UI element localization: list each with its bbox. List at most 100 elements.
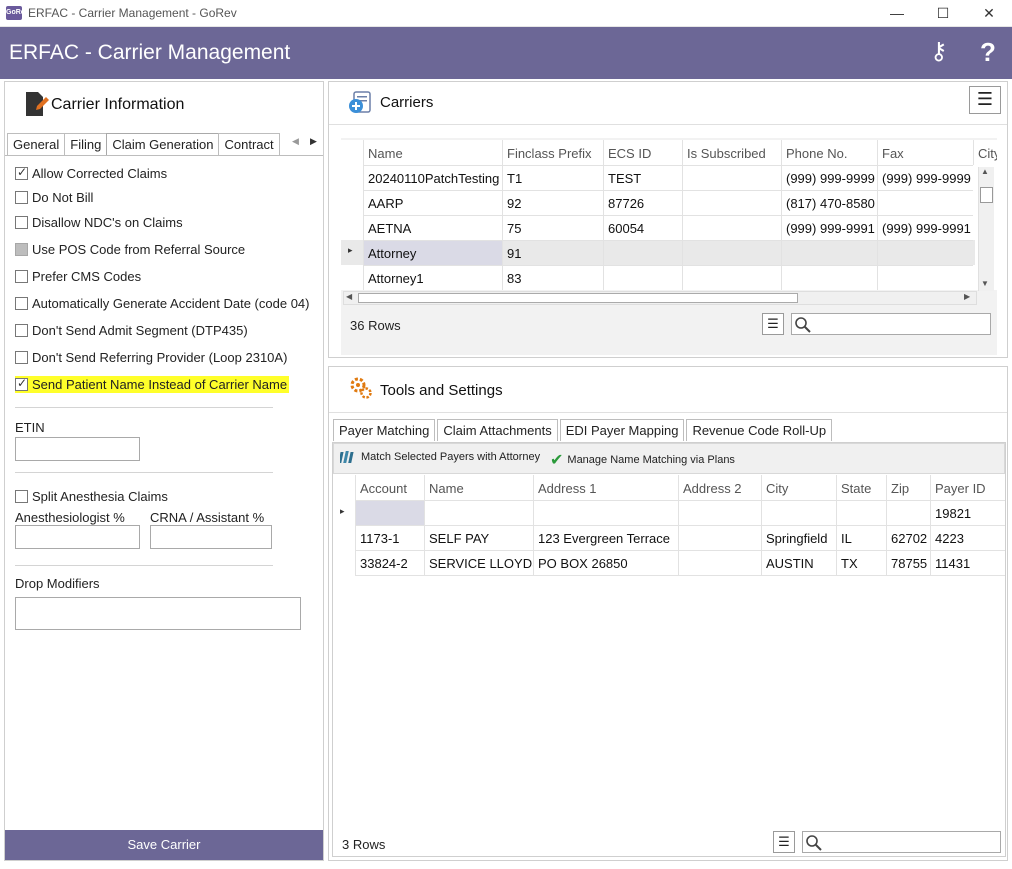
scrollbar-thumb[interactable] <box>358 293 798 303</box>
zip-cell[interactable]: 78755 <box>886 550 930 575</box>
allow-corrected-claims-checkbox[interactable]: Allow Corrected Claims <box>15 165 167 181</box>
scroll-right-icon[interactable]: ▶ <box>964 292 970 301</box>
checkbox-box[interactable] <box>15 490 28 503</box>
tab-edi-payer-mapping[interactable]: EDI Payer Mapping <box>559 419 685 441</box>
city-cell[interactable] <box>761 500 836 525</box>
zip-cell[interactable] <box>886 500 930 525</box>
fax-cell[interactable] <box>877 240 973 265</box>
city-cell[interactable]: Springfield <box>761 525 836 550</box>
city-cell[interactable]: AUSTIN <box>761 550 836 575</box>
auto-accident-date-checkbox[interactable]: Automatically Generate Accident Date (co… <box>15 296 309 311</box>
checkbox-box[interactable] <box>15 376 28 391</box>
carrier-name-cell[interactable]: Attorney <box>363 240 502 265</box>
tab-scroll-right-icon[interactable]: ▶ <box>310 136 317 147</box>
help-icon[interactable]: ? <box>980 37 996 68</box>
split-anesthesia-checkbox[interactable]: Split Anesthesia Claims <box>15 489 168 504</box>
column-header[interactable]: City <box>973 140 997 165</box>
column-header[interactable]: Payer ID <box>930 475 1005 500</box>
ecs-id-cell[interactable] <box>603 265 682 290</box>
column-header[interactable]: Phone No. <box>781 140 877 165</box>
ecs-id-cell[interactable]: TEST <box>603 165 682 190</box>
carrier-name-cell[interactable]: AETNA <box>363 215 502 240</box>
maximize-button[interactable]: ☐ <box>920 0 966 27</box>
payer-id-cell[interactable]: 4223 <box>930 525 1005 550</box>
etin-input[interactable] <box>15 437 140 461</box>
checkbox-box[interactable] <box>15 270 28 283</box>
account-cell[interactable]: 1173-1 <box>355 525 424 550</box>
column-header[interactable]: Zip <box>886 475 930 500</box>
finclass-cell[interactable]: 91 <box>502 240 603 265</box>
phone-cell[interactable] <box>781 265 877 290</box>
carriers-list-menu-button[interactable]: ☰ <box>762 313 784 335</box>
subscribed-cell[interactable] <box>682 215 781 240</box>
column-header[interactable]: Fax <box>877 140 973 165</box>
ecs-id-cell[interactable]: 60054 <box>603 215 682 240</box>
tab-scroll-left-icon[interactable]: ◀ <box>292 136 299 147</box>
crna-input[interactable] <box>150 525 272 549</box>
payer-name-cell[interactable]: SELF PAY <box>424 525 533 550</box>
subscribed-cell[interactable] <box>682 240 781 265</box>
payer-name-cell[interactable]: SERVICE LLOYDS <box>424 550 533 575</box>
column-header[interactable]: Address 1 <box>533 475 678 500</box>
subscribed-cell[interactable] <box>682 265 781 290</box>
carriers-menu-button[interactable]: ☰ <box>969 86 1001 114</box>
tab-filing[interactable]: Filing <box>64 133 108 155</box>
payer-name-cell[interactable] <box>424 500 533 525</box>
manage-name-matching-button[interactable]: ✔ Manage Name Matching via Plans <box>550 450 735 470</box>
tab-claim-generation[interactable]: Claim Generation <box>106 133 220 155</box>
match-payers-button[interactable]: Match Selected Payers with Attorney <box>340 450 540 464</box>
fax-cell[interactable]: (999) 999-9991 <box>877 215 973 240</box>
address2-cell[interactable] <box>678 550 761 575</box>
scroll-left-icon[interactable]: ◀ <box>346 292 352 301</box>
finclass-cell[interactable]: 92 <box>502 190 603 215</box>
finclass-cell[interactable]: T1 <box>502 165 603 190</box>
tab-payer-matching[interactable]: Payer Matching <box>333 419 436 441</box>
zip-cell[interactable]: 62702 <box>886 525 930 550</box>
close-button[interactable]: ✕ <box>966 0 1012 27</box>
tab-revenue-code-rollup[interactable]: Revenue Code Roll-Up <box>686 419 833 441</box>
phone-cell[interactable]: (999) 999-9999 <box>781 165 877 190</box>
phone-cell[interactable]: (999) 999-9991 <box>781 215 877 240</box>
state-cell[interactable] <box>836 500 886 525</box>
keys-icon[interactable]: ⚷ <box>930 37 948 66</box>
scroll-up-icon[interactable]: ▲ <box>981 167 989 176</box>
drop-modifiers-input[interactable] <box>15 597 301 630</box>
vertical-scrollbar[interactable]: ▲ ▼ <box>978 167 994 291</box>
state-cell[interactable]: TX <box>836 550 886 575</box>
account-cell[interactable]: 33824-2 <box>355 550 424 575</box>
dont-send-referring-checkbox[interactable]: Don't Send Referring Provider (Loop 2310… <box>15 350 287 365</box>
tab-claim-attachments[interactable]: Claim Attachments <box>437 419 558 441</box>
carrier-name-cell[interactable]: 20240110PatchTesting <box>363 165 502 190</box>
fax-cell[interactable]: (999) 999-9999 <box>877 165 973 190</box>
scrollbar-thumb[interactable] <box>980 187 993 203</box>
checkbox-box[interactable] <box>15 351 28 364</box>
address1-cell[interactable]: 123 Evergreen Terrace <box>533 525 678 550</box>
fax-cell[interactable] <box>877 265 973 290</box>
column-header[interactable]: Name <box>424 475 533 500</box>
send-patient-name-checkbox[interactable]: Send Patient Name Instead of Carrier Nam… <box>15 376 290 393</box>
carrier-name-cell[interactable]: Attorney1 <box>363 265 502 290</box>
checkbox-box[interactable] <box>15 191 28 204</box>
ecs-id-cell[interactable] <box>603 240 682 265</box>
finclass-cell[interactable]: 75 <box>502 215 603 240</box>
disallow-ndc-checkbox[interactable]: Disallow NDC's on Claims <box>15 215 183 230</box>
checkbox-box[interactable] <box>15 324 28 337</box>
do-not-bill-checkbox[interactable]: Do Not Bill <box>15 190 93 205</box>
column-header[interactable]: City <box>761 475 836 500</box>
subscribed-cell[interactable] <box>682 190 781 215</box>
column-header[interactable]: ECS ID <box>603 140 682 165</box>
checkbox-box[interactable] <box>15 297 28 310</box>
dont-send-admit-checkbox[interactable]: Don't Send Admit Segment (DTP435) <box>15 323 248 338</box>
address1-cell[interactable] <box>533 500 678 525</box>
phone-cell[interactable]: (817) 470-8580 <box>781 190 877 215</box>
column-header[interactable]: Is Subscribed <box>682 140 781 165</box>
column-header[interactable]: Address 2 <box>678 475 761 500</box>
horizontal-scrollbar[interactable]: ◀ ▶ <box>343 291 977 305</box>
prefer-cms-codes-checkbox[interactable]: Prefer CMS Codes <box>15 269 141 284</box>
subscribed-cell[interactable] <box>682 165 781 190</box>
tab-contract[interactable]: Contract <box>218 133 280 155</box>
address1-cell[interactable]: PO BOX 26850 <box>533 550 678 575</box>
finclass-cell[interactable]: 83 <box>502 265 603 290</box>
column-header[interactable]: Account <box>355 475 424 500</box>
state-cell[interactable]: IL <box>836 525 886 550</box>
